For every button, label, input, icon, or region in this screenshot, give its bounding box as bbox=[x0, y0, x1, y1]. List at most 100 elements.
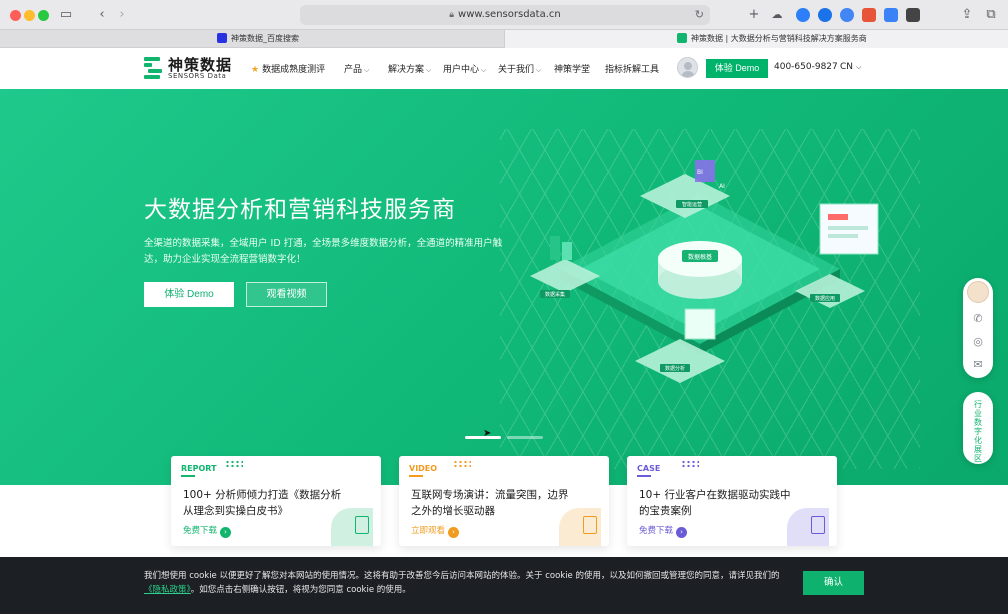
hero-video-button[interactable]: 观看视频 bbox=[246, 282, 327, 307]
nav-maturity-assessment[interactable]: ★ 数据成熟度测评 bbox=[251, 62, 325, 75]
document-icon bbox=[811, 516, 825, 534]
illus-bi-label: BI bbox=[697, 169, 703, 176]
sensors-logo-icon[interactable] bbox=[142, 56, 164, 80]
document-icon bbox=[355, 516, 369, 534]
arrow-right-icon: › bbox=[676, 527, 688, 538]
chevron-down-icon: ⌵ bbox=[481, 66, 487, 74]
tab-label: 神策数据_百度搜索 bbox=[231, 34, 299, 43]
card-download-link[interactable]: 免费下载 › bbox=[183, 524, 232, 538]
hero-demo-button[interactable]: 体验 Demo bbox=[144, 282, 234, 307]
header-demo-button[interactable]: 体验 Demo bbox=[706, 59, 768, 78]
arrow-right-icon: › bbox=[448, 527, 460, 538]
lock-icon: 🔒︎ bbox=[449, 10, 455, 20]
privacy-policy-link[interactable]: 《隐私政策》 bbox=[144, 585, 191, 595]
card-watch-link[interactable]: 立即观看 › bbox=[411, 524, 460, 538]
nav-label: 解决方案 bbox=[388, 65, 425, 75]
dots-decoration bbox=[681, 460, 699, 468]
tab-strip: 神策数据_百度搜索 神策数据 | 大数据分析与营销科技解决方案服务商 bbox=[0, 30, 1008, 48]
card-tag: CASE bbox=[637, 464, 661, 473]
tab-label: 神策数据 | 大数据分析与营销科技解决方案服务商 bbox=[691, 34, 867, 43]
nav-label: 产品 bbox=[344, 65, 363, 75]
zoom-window-button[interactable] bbox=[38, 10, 49, 21]
extension-c-icon[interactable] bbox=[818, 8, 832, 22]
user-avatar[interactable] bbox=[677, 57, 698, 78]
reload-icon[interactable]: ↻ bbox=[695, 5, 704, 25]
video-play-icon bbox=[583, 516, 597, 534]
industry-showcase-label: 行业数字化展区 bbox=[974, 400, 982, 463]
data-platform-illustration: 数据根基 BI AI 智能运营 数据采集 数据应用 数据分析 bbox=[530, 160, 879, 383]
extension-grid-icon[interactable] bbox=[862, 8, 876, 22]
baidu-favicon-icon bbox=[217, 33, 227, 43]
phone-icon[interactable]: ✆ bbox=[971, 312, 985, 326]
extension-check-icon[interactable] bbox=[840, 8, 854, 22]
address-bar[interactable]: 🔒︎ www.sensorsdata.cn ↻ bbox=[300, 5, 710, 25]
chevron-down-icon: ⌵ bbox=[856, 63, 862, 71]
nav-about-us[interactable]: 关于我们 ⌵ bbox=[498, 62, 541, 75]
illus-ai-label: AI bbox=[719, 183, 725, 190]
cookie-text: 我们想使用 cookie 以便更好了解您对本网站的使用情况。这将有助于改善您今后… bbox=[144, 569, 784, 597]
sidebar-toggle-icon[interactable]: ▭ bbox=[58, 5, 74, 25]
language-switch[interactable]: CN ⌵ bbox=[840, 62, 861, 72]
nav-solutions[interactable]: 解决方案 ⌵ bbox=[388, 62, 431, 75]
card-link-label: 立即观看 bbox=[411, 526, 446, 536]
tabs-overview-icon[interactable]: ⧉ bbox=[984, 5, 998, 25]
nav-metric-tool[interactable]: 指标拆解工具 bbox=[605, 62, 659, 75]
nav-label: 数据成熟度测评 bbox=[262, 65, 326, 75]
chevron-down-icon: ⌵ bbox=[536, 66, 542, 74]
chevron-down-icon: ⌵ bbox=[364, 66, 370, 74]
url-text: www.sensorsdata.cn bbox=[458, 9, 561, 20]
site-header: 神策数据 SENSORS Data ★ 数据成熟度测评 产品 ⌵ 解决方案 ⌵ 用户中… bbox=[0, 48, 1008, 89]
illus-center-label: 数据根基 bbox=[688, 253, 712, 261]
hero-description: 全渠道的数据采集，全域用户 ID 打通，全场景多维度数据分析，全通道的精准用户触… bbox=[144, 238, 503, 265]
forward-icon[interactable]: › bbox=[116, 5, 128, 25]
illus-apply-label: 数据应用 bbox=[815, 295, 835, 302]
card-download-link[interactable]: 免费下载 › bbox=[639, 524, 688, 538]
minimize-window-button[interactable] bbox=[24, 10, 35, 21]
support-avatar[interactable] bbox=[967, 281, 989, 303]
cloud-icon[interactable]: ☁ bbox=[770, 5, 784, 25]
chevron-down-icon: ⌵ bbox=[426, 66, 432, 74]
illus-analysis-label: 数据分析 bbox=[665, 365, 685, 372]
nav-label: 神策学堂 bbox=[554, 65, 591, 75]
wechat-icon[interactable]: ◎ bbox=[971, 335, 985, 349]
nav-products[interactable]: 产品 ⌵ bbox=[344, 62, 369, 75]
logo-text-en: SENSORS Data bbox=[168, 72, 227, 80]
contact-float-panel: ✆ ◎ ✉ bbox=[963, 278, 993, 378]
arrow-right-icon: › bbox=[220, 527, 232, 538]
phone-number: 400-650-9827 bbox=[774, 62, 838, 72]
sensors-favicon-icon bbox=[677, 33, 687, 43]
dots-decoration bbox=[453, 460, 471, 468]
case-card[interactable]: CASE 10+ 行业客户在数据驱动实践中的宝贵案例 免费下载 › bbox=[627, 456, 837, 546]
card-link-label: 免费下载 bbox=[639, 526, 674, 536]
industry-showcase-button[interactable]: 行业数字化展区 bbox=[963, 392, 993, 464]
back-icon[interactable]: ‹ bbox=[96, 5, 108, 25]
new-tab-icon[interactable]: + bbox=[748, 5, 760, 25]
extension-eye-icon[interactable] bbox=[796, 8, 810, 22]
close-window-button[interactable] bbox=[10, 10, 21, 21]
nav-academy[interactable]: 神策学堂 bbox=[554, 62, 590, 75]
extension-shield-icon[interactable] bbox=[884, 8, 898, 22]
card-tag-underline bbox=[637, 475, 651, 477]
star-icon: ★ bbox=[251, 65, 260, 75]
tab-baidu[interactable]: 神策数据_百度搜索 bbox=[0, 30, 504, 48]
mail-icon[interactable]: ✉ bbox=[971, 358, 985, 372]
tab-sensorsdata[interactable]: 神策数据 | 大数据分析与营销科技解决方案服务商 bbox=[504, 30, 1008, 48]
cookie-confirm-button[interactable]: 确认 bbox=[803, 571, 864, 595]
cookie-message: 我们想使用 cookie 以便更好了解您对本网站的使用情况。这将有助于改善您今后… bbox=[144, 571, 780, 581]
language-label: CN bbox=[840, 62, 854, 72]
nav-label: 关于我们 bbox=[498, 65, 535, 75]
nav-user-center[interactable]: 用户中心 ⌵ bbox=[443, 62, 486, 75]
card-tag: REPORT bbox=[181, 464, 217, 473]
card-tag-underline bbox=[409, 475, 423, 477]
illus-collect-label: 数据采集 bbox=[545, 291, 565, 298]
report-card[interactable]: REPORT 100+ 分析师倾力打造《数据分析从理念到实操白皮书》 免费下载 › bbox=[171, 456, 381, 546]
dots-decoration bbox=[225, 460, 243, 468]
extension-square-icon[interactable] bbox=[906, 8, 920, 22]
card-title: 10+ 行业客户在数据驱动实践中的宝贵案例 bbox=[639, 489, 791, 517]
mouse-cursor-icon: ➤ bbox=[483, 428, 492, 439]
card-tag: VIDEO bbox=[409, 464, 438, 473]
video-card[interactable]: VIDEO 互联网专场演讲：流量突围，边界之外的增长驱动器 立即观看 › bbox=[399, 456, 609, 546]
carousel-dot[interactable] bbox=[507, 436, 543, 439]
card-title: 100+ 分析师倾力打造《数据分析从理念到实操白皮书》 bbox=[183, 489, 342, 517]
share-icon[interactable]: ⇪ bbox=[960, 5, 974, 25]
